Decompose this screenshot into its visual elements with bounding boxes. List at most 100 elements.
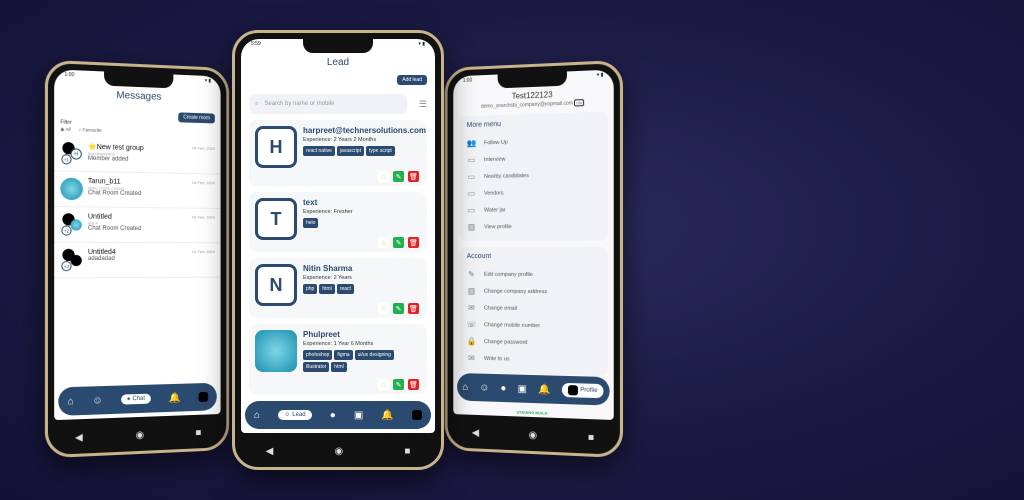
skill-tag: react native — [303, 146, 335, 156]
home-icon[interactable]: ⌂ — [463, 381, 469, 392]
avatar: H +1 — [60, 141, 82, 165]
home-icon[interactable]: ⌂ — [254, 410, 260, 421]
chat-row[interactable]: Tarun_b11 Hello, check content Chat Room C… — [54, 171, 221, 209]
chat-last-message: adadadad — [87, 255, 115, 263]
create-room-button[interactable]: Create room — [178, 112, 215, 124]
profile-icon[interactable] — [411, 410, 422, 420]
lead-card[interactable]: H harpreet@technersolutions.com Experienc… — [249, 120, 427, 186]
lead-icon[interactable]: ☺ — [92, 395, 102, 406]
chat-last-message: Chat Room Created — [87, 225, 142, 233]
back-icon[interactable]: ◀ — [472, 427, 479, 438]
delete-icon[interactable]: 🗑 — [408, 237, 419, 248]
chat-row[interactable]: +2 Untitled4 adadadad 02 Feb, 2024 — [54, 242, 221, 279]
recents-icon[interactable]: ■ — [588, 432, 594, 443]
lead-card[interactable]: Phulpreet Experience: 1 Year 6 Months pho… — [249, 324, 427, 394]
menu-item-write-to-us[interactable]: ✉ Write to us — [467, 350, 600, 370]
profile-phone: 1:00 ▾ ▮ Test122123 demo_searchsta_compan… — [444, 59, 624, 459]
nav-chat-active[interactable]: ● Chat — [120, 393, 151, 405]
search-icon: ⌕ — [255, 100, 259, 107]
profile-icon[interactable] — [198, 391, 209, 402]
back-icon[interactable]: ◀ — [266, 446, 274, 457]
bottom-nav: ⌂ ☺ ● ▣ 🔔 Profile — [457, 372, 610, 406]
menu-item-label: Change mobile number — [484, 321, 541, 329]
star-icon[interactable]: ☆ — [378, 171, 389, 182]
chat-icon[interactable]: ● — [330, 410, 336, 421]
delete-icon[interactable]: 🗑 — [408, 379, 419, 390]
bottom-nav: ⌂ ☺ Lead ● ▣ 🔔 — [245, 401, 431, 429]
home-icon[interactable]: ⌂ — [68, 396, 74, 407]
chat-row[interactable]: H +1 ⭐New test group test description Memb… — [54, 135, 221, 175]
notch — [104, 71, 174, 89]
status-icons: ▾ ▮ — [418, 41, 425, 47]
search-input[interactable]: Search by name or mobile — [264, 101, 334, 107]
lead-phone: 5:59 ▾ ▮ Lead Add lead ⌕ Search by name or… — [232, 30, 444, 470]
bottom-nav: ⌂ ☺ ● Chat 🔔 — [58, 382, 217, 416]
star-icon[interactable]: ☆ — [378, 237, 389, 248]
edit-icon[interactable]: ✎ — [393, 171, 404, 182]
edit-icon[interactable]: ✎ — [393, 303, 404, 314]
lead-screen: 5:59 ▾ ▮ Lead Add lead ⌕ Search by name or… — [241, 39, 435, 433]
filter-all-radio[interactable]: ◉ All — [60, 127, 70, 133]
menu-item-label: Change company address — [484, 288, 548, 295]
star-icon[interactable]: ☆ — [378, 379, 389, 390]
vendors-icon: ▭ — [467, 188, 476, 198]
menu-item-change-address[interactable]: ▥ Change company address — [467, 283, 600, 301]
nav-profile-active[interactable]: Profile — [562, 382, 604, 399]
delete-icon[interactable]: 🗑 — [408, 171, 419, 182]
briefcase-icon[interactable]: ▣ — [354, 410, 363, 421]
lead-avatar: H — [255, 126, 297, 168]
skill-tag: ui/ux designing — [354, 350, 394, 360]
account-panel: Account ✎ Edit company profile ▥ Change co… — [458, 246, 608, 377]
filter-all-label: All — [65, 126, 71, 132]
briefcase-icon[interactable]: ▣ — [518, 383, 527, 394]
status-icons: ▾ ▮ — [596, 71, 604, 79]
back-icon[interactable]: ◀ — [75, 432, 83, 443]
profile-email: demo_searchsta_company@yopmail.com — [480, 100, 573, 110]
interview-icon: ▭ — [467, 155, 476, 165]
skill-tag: illustrator — [303, 362, 330, 372]
nav-lead-active[interactable]: ☺ Lead — [278, 410, 312, 420]
nav-profile-label: Profile — [580, 387, 598, 395]
home-circle-icon[interactable]: ◉ — [135, 429, 144, 440]
bell-icon[interactable]: 🔔 — [381, 410, 393, 421]
lead-card[interactable]: T text Experience: Fresher helo ☆ ✎ 🗑 — [249, 192, 427, 252]
lead-card[interactable]: N Nitin Sharma Experience: 2 Years php htm… — [249, 258, 427, 318]
lead-experience: Experience: Fresher — [303, 209, 353, 215]
mail-icon: ✉ — [468, 303, 475, 313]
avatar: +2 — [60, 248, 82, 272]
menu-item-vendors[interactable]: ▭ Vendors — [467, 183, 600, 202]
chat-row[interactable]: +2 Untitled test 4 Chat Room Created 02 Fe… — [54, 206, 221, 244]
edit-icon[interactable]: ✎ — [393, 379, 404, 390]
star-icon[interactable]: ☆ — [378, 303, 389, 314]
delete-icon[interactable]: 🗑 — [408, 303, 419, 314]
skill-tag: html — [331, 362, 347, 372]
lead-icon[interactable]: ☺ — [479, 382, 489, 393]
menu-item-label: Edit company profile — [484, 271, 533, 278]
lead-experience: Experience: 2 Years 2 Months — [303, 137, 377, 143]
recents-icon[interactable]: ■ — [404, 446, 410, 457]
lead-experience: Experience: 1 Year 6 Months — [303, 341, 374, 347]
filter-favourite-radio[interactable]: ○ Favourite — [79, 127, 102, 134]
filter-icon[interactable]: ☰ — [419, 99, 427, 110]
home-circle-icon[interactable]: ◉ — [334, 446, 343, 457]
chat-icon[interactable]: ● — [500, 383, 506, 394]
home-circle-icon[interactable]: ◉ — [528, 429, 537, 440]
skill-tag: javascript — [336, 146, 364, 156]
lead-photo — [255, 330, 297, 372]
skill-tag: react — [336, 284, 354, 294]
member-count-badge: +2 — [61, 225, 72, 236]
add-lead-button[interactable]: Add lead — [397, 75, 427, 85]
follow-up-icon: 👥 — [466, 138, 477, 148]
menu-item-view-profile[interactable]: ▥ View profile — [467, 217, 600, 235]
logout-icon[interactable]: OK — [574, 99, 585, 107]
recents-icon[interactable]: ■ — [195, 427, 201, 438]
search-bar[interactable]: ⌕ Search by name or mobile — [249, 94, 407, 114]
bell-icon[interactable]: 🔔 — [538, 384, 550, 395]
phone-icon: ☏ — [466, 320, 477, 330]
bell-icon[interactable]: 🔔 — [169, 392, 181, 403]
menu-item-change-email[interactable]: ✉ Change email — [467, 299, 600, 318]
edit-icon[interactable]: ✎ — [393, 237, 404, 248]
more-menu-title: More menu — [466, 121, 501, 130]
menu-item-edit-company[interactable]: ✎ Edit company profile — [467, 266, 600, 283]
menu-item-water-jar[interactable]: ▭ Water jar — [467, 200, 600, 219]
